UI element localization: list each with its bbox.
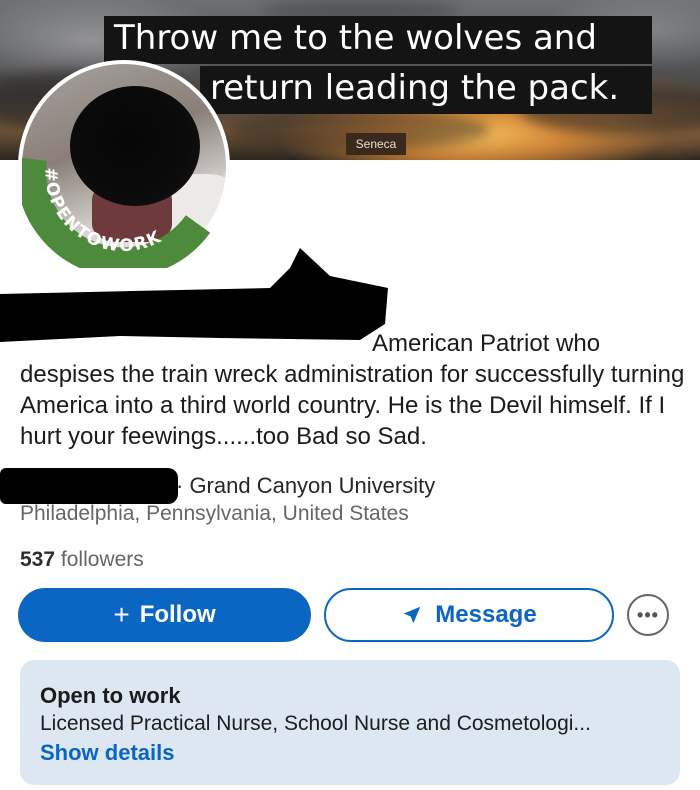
- followers-label: followers: [60, 548, 144, 571]
- message-button-label: Message: [435, 601, 537, 628]
- follow-button[interactable]: + Follow: [18, 588, 311, 642]
- plus-icon: +: [113, 599, 130, 630]
- followers-number: 537: [20, 548, 56, 571]
- follow-button-label: Follow: [139, 601, 216, 628]
- current-company-redaction: [0, 468, 178, 504]
- open-to-work-card[interactable]: Open to work Licensed Practical Nurse, S…: [20, 660, 680, 785]
- open-to-work-title: Open to work: [40, 683, 181, 708]
- show-details-link[interactable]: Show details: [40, 738, 174, 768]
- more-horizontal-icon: •••: [637, 604, 659, 625]
- open-to-work-frame: #OPENTOWORK: [22, 157, 211, 268]
- banner-quote-line-2: return leading the pack.: [200, 66, 652, 114]
- send-icon: [404, 606, 421, 624]
- location-text: Philadelphia, Pennsylvania, United State…: [20, 502, 409, 525]
- profile-headline: American Patriot who despises the train …: [20, 330, 685, 450]
- banner-quote-line-1: Throw me to the wolves and: [104, 16, 652, 64]
- message-button[interactable]: Message: [324, 588, 614, 642]
- banner-quote-author: Seneca: [346, 133, 406, 155]
- followers-count[interactable]: 537 followers: [20, 546, 144, 574]
- profile-avatar[interactable]: #OPENTOWORK: [18, 60, 230, 272]
- open-to-work-roles: Licensed Practical Nurse, School Nurse a…: [40, 712, 591, 735]
- education-text[interactable]: · Grand Canyon University: [176, 472, 435, 500]
- more-actions-button[interactable]: •••: [627, 594, 669, 636]
